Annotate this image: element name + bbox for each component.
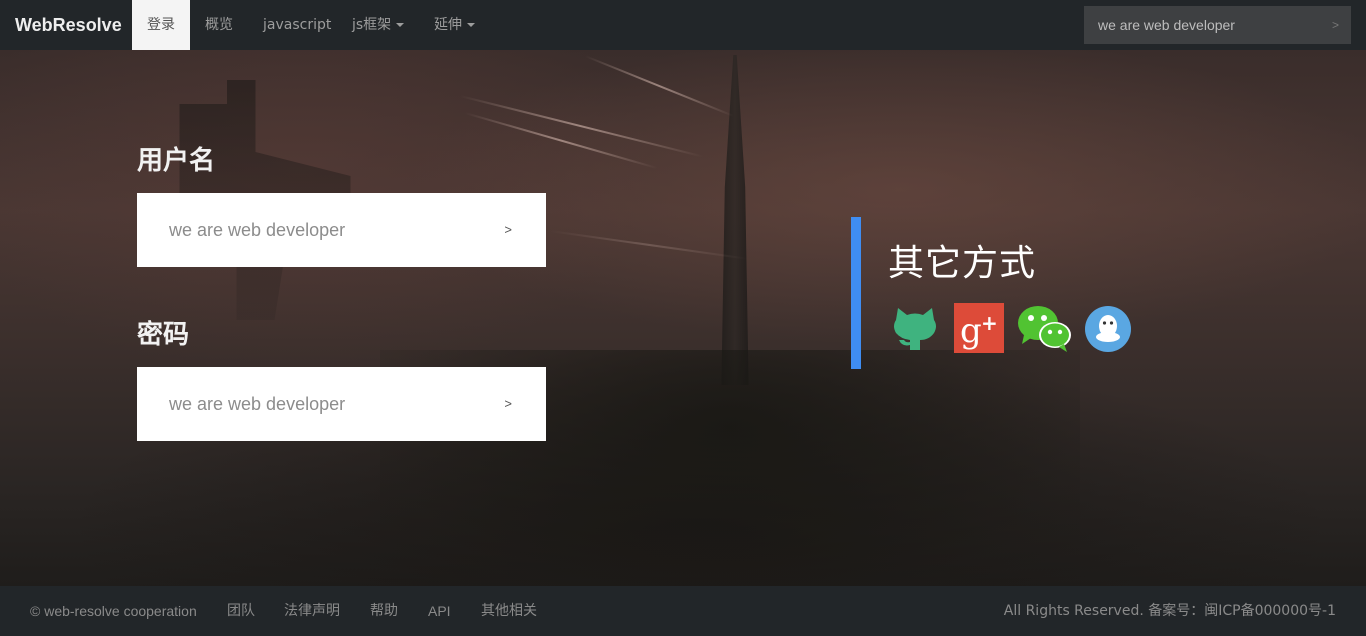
password-input[interactable] <box>137 367 497 441</box>
nav-item-js-frameworks[interactable]: js框架 <box>337 0 419 50</box>
background-streak <box>584 55 734 117</box>
accent-bar <box>851 217 861 369</box>
footer-link-other[interactable]: 其他相关 <box>481 586 537 636</box>
search-box: > <box>1084 6 1351 44</box>
password-label: 密码 <box>137 320 190 350</box>
svg-text:g: g <box>960 311 982 351</box>
footer-copyright: © web-resolve cooperation <box>30 603 197 619</box>
password-submit-button[interactable]: > <box>504 367 512 441</box>
search-input[interactable] <box>1084 6 1314 44</box>
background-streak <box>459 95 703 158</box>
brand-logo[interactable]: WebResolve <box>15 0 122 50</box>
nav-item-overview[interactable]: 概览 <box>190 0 248 50</box>
hero-background <box>0 50 1366 586</box>
nav-item-label: js框架 <box>352 17 392 33</box>
svg-text:+: + <box>981 311 998 335</box>
qq-icon[interactable] <box>1085 302 1131 354</box>
footer-link-legal[interactable]: 法律声明 <box>284 586 340 636</box>
nav-item-extension[interactable]: 延伸 <box>419 0 490 50</box>
search-go-button[interactable]: > <box>1332 6 1339 44</box>
caret-down-icon <box>396 23 405 27</box>
nav-item-javascript[interactable]: javascript <box>248 0 346 50</box>
nav-item-login[interactable]: 登录 <box>132 0 190 50</box>
footer-rights: All Rights Reserved. 备案号：闽ICP备000000号-1 <box>1003 603 1336 619</box>
top-navbar: WebResolve 登录 概览 javascript js框架 延伸 > <box>0 0 1366 50</box>
username-field: > <box>137 193 546 267</box>
github-icon[interactable] <box>890 302 940 354</box>
footer-link-api[interactable]: API <box>428 586 451 636</box>
username-label: 用户名 <box>137 146 216 176</box>
wechat-icon[interactable] <box>1018 302 1072 354</box>
footer-link-help[interactable]: 帮助 <box>370 586 398 636</box>
background-tower <box>721 55 749 385</box>
other-methods-title: 其它方式 <box>888 243 1037 284</box>
username-input[interactable] <box>137 193 497 267</box>
caret-down-icon <box>467 23 475 27</box>
password-field: > <box>137 367 546 441</box>
nav-item-label: 延伸 <box>434 17 462 33</box>
footer: © web-resolve cooperation 团队 法律声明 帮助 API… <box>0 586 1366 636</box>
google-plus-icon[interactable]: g + <box>954 302 1004 354</box>
username-submit-button[interactable]: > <box>504 193 512 267</box>
background-streak <box>549 230 749 260</box>
footer-link-team[interactable]: 团队 <box>227 586 255 636</box>
